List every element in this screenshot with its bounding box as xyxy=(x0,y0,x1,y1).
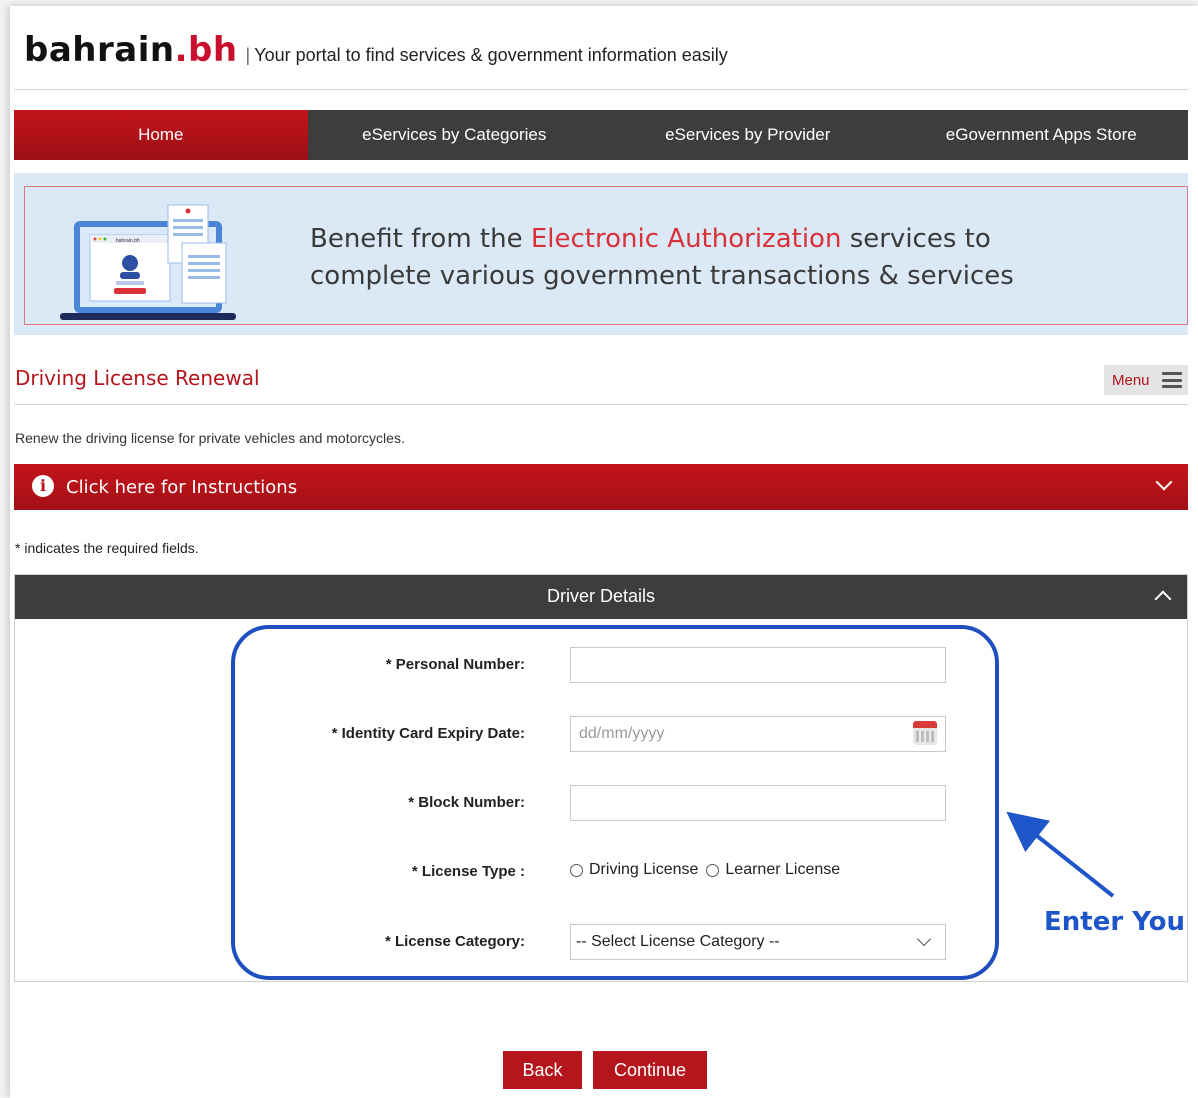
license-category-row: * License Category: -- Select License Ca… xyxy=(15,924,1187,960)
logo-dot: . xyxy=(174,30,188,70)
info-icon: i xyxy=(32,475,54,497)
personal-number-input[interactable] xyxy=(570,647,946,683)
banner-headline: Benefit from the Electronic Authorizatio… xyxy=(310,221,1014,295)
laptop-illustration-icon: bahrain.bh xyxy=(60,204,236,320)
driver-details-header[interactable]: Driver Details xyxy=(15,575,1187,619)
chevron-down-icon xyxy=(916,931,932,947)
site-logo[interactable]: bahrain.bh xyxy=(24,30,238,70)
continue-button[interactable]: Continue xyxy=(593,1051,707,1089)
instructions-toggle[interactable]: i Click here for Instructions xyxy=(14,464,1188,510)
banner-text-line2: complete various government transactions… xyxy=(310,261,1014,291)
instructions-label: Click here for Instructions xyxy=(66,477,298,498)
license-category-select[interactable]: -- Select License Category -- xyxy=(570,924,946,960)
banner-text-highlight: Electronic Authorization xyxy=(530,224,842,254)
service-description: Renew the driving license for private ve… xyxy=(15,430,405,446)
header-divider xyxy=(14,89,1188,90)
banner-text-post: services to xyxy=(841,224,991,254)
block-number-label: * Block Number: xyxy=(408,794,525,811)
nav-eservices-by-categories[interactable]: eServices by Categories xyxy=(308,110,602,160)
license-category-value: -- Select License Category -- xyxy=(576,933,780,950)
logo-tld: bh xyxy=(187,30,238,70)
driver-details-heading: Driver Details xyxy=(546,586,656,606)
tagline-text: Your portal to find services & governmen… xyxy=(254,45,728,65)
banner-mock-logo: bahrain.bh xyxy=(116,238,140,244)
promo-banner[interactable]: bahrain.bh Benefit from the Electronic A… xyxy=(14,173,1188,335)
required-fields-note: * indicates the required fields. xyxy=(15,540,199,556)
calendar-icon[interactable] xyxy=(913,721,937,745)
radio-driving-license-label[interactable]: Driving License xyxy=(589,861,698,879)
hamburger-icon xyxy=(1161,372,1182,388)
nav-eservices-by-provider[interactable]: eServices by Provider xyxy=(601,110,895,160)
radio-learner-license-label[interactable]: Learner License xyxy=(725,861,840,879)
license-type-radio-group: Driving License Learner License xyxy=(570,861,848,879)
main-nav: Home eServices by Categories eServices b… xyxy=(14,110,1188,160)
personal-number-label: * Personal Number: xyxy=(385,656,525,673)
radio-learner-license[interactable] xyxy=(706,863,720,877)
block-number-input[interactable] xyxy=(570,785,946,821)
site-header: bahrain.bh | Your portal to find services… xyxy=(24,30,728,70)
site-tagline: | Your portal to find services & governme… xyxy=(246,45,728,66)
license-type-row: * License Type : Driving License Learner… xyxy=(15,854,1187,890)
license-type-option-learner[interactable]: Learner License xyxy=(706,861,840,879)
annotation-text: Enter You xyxy=(1044,907,1186,937)
block-number-row: * Block Number: xyxy=(15,785,1187,821)
driver-details-panel: Driver Details * Personal Number: * Iden… xyxy=(14,574,1188,982)
id-expiry-label: * Identity Card Expiry Date: xyxy=(331,725,525,742)
logo-main: bahrain xyxy=(24,30,175,70)
id-expiry-date-input[interactable] xyxy=(570,716,946,752)
personal-number-row: * Personal Number: xyxy=(15,647,1187,683)
title-divider xyxy=(14,404,1188,405)
id-expiry-row: * Identity Card Expiry Date: xyxy=(15,716,1187,752)
nav-home[interactable]: Home xyxy=(14,110,308,160)
tagline-separator: | xyxy=(245,45,251,65)
nav-egovernment-apps-store[interactable]: eGovernment Apps Store xyxy=(895,110,1189,160)
banner-text-pre: Benefit from the xyxy=(310,224,531,254)
back-button[interactable]: Back xyxy=(503,1051,582,1089)
menu-button[interactable]: Menu xyxy=(1104,365,1188,395)
page-title: Driving License Renewal xyxy=(15,366,260,390)
chevron-down-icon xyxy=(1155,473,1173,491)
menu-label: Menu xyxy=(1112,371,1150,389)
license-category-label: * License Category: xyxy=(384,933,525,950)
license-type-label: * License Type : xyxy=(411,863,525,880)
license-type-option-driving[interactable]: Driving License xyxy=(570,861,698,879)
radio-driving-license[interactable] xyxy=(570,863,583,877)
